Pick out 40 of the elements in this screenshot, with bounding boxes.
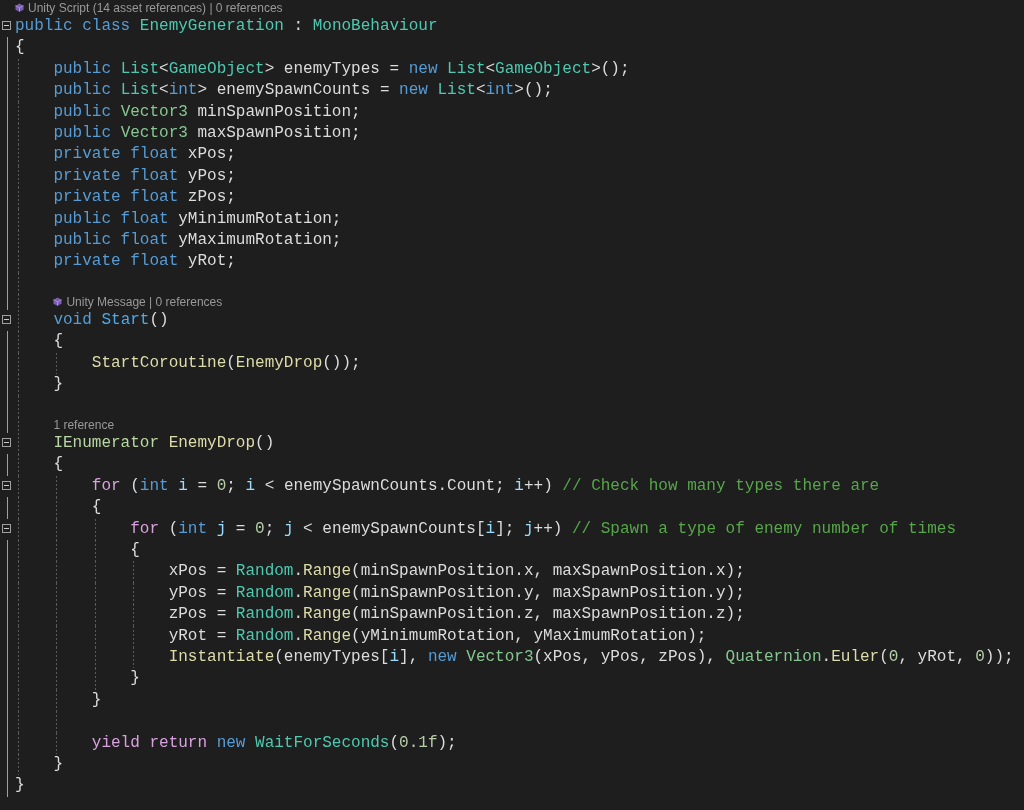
collapse-icon[interactable] — [2, 480, 11, 490]
code-line: public List<GameObject> enemyTypes = new List<GameObject>(); — [53, 58, 630, 80]
code-line: xPos = Random.Range(minSpawnPosition.x, maxSpawnPosition.x); — [168, 561, 745, 583]
code-line: private float xPos; — [53, 144, 236, 166]
code-line: { — [53, 331, 63, 353]
code-line: public float yMaximumRotation; — [53, 229, 342, 251]
code-lens-text[interactable]: 1 reference — [53, 417, 115, 434]
code-line: } — [130, 668, 140, 690]
collapse-icon[interactable] — [2, 21, 11, 30]
code-line: IEnumerator EnemyDrop() — [53, 433, 275, 455]
collapse-icon[interactable] — [2, 438, 11, 448]
collapse-icon[interactable] — [2, 523, 11, 533]
code-line: void Start() — [53, 310, 169, 332]
code-lens-text[interactable]: Unity Script (14 asset references) | 0 references — [28, 0, 283, 16]
code-line: public Vector3 maxSpawnPosition; — [53, 122, 361, 144]
code-line: private float yRot; — [53, 251, 236, 273]
code-line: { — [91, 497, 102, 519]
code-line: for (int i = 0; i < enemySpawnCounts.Count; i++) // Check how many types there are — [91, 475, 880, 497]
code-line: zPos = Random.Range(minSpawnPosition.z, maxSpawnPosition.z); — [168, 604, 745, 626]
code-line: { — [130, 540, 140, 561]
code-line: private float yPos; — [53, 165, 236, 187]
code-line: StartCoroutine(EnemyDrop()); — [91, 352, 361, 374]
code-line: public float yMinimumRotation; — [53, 208, 342, 230]
code-line: } — [15, 775, 25, 797]
code-line: { — [15, 37, 25, 59]
code-line: private float zPos; — [53, 187, 236, 209]
code-line: } — [53, 753, 63, 775]
code-lens-text[interactable]: Unity Message | 0 references — [66, 294, 223, 311]
code-line: public List<int> enemySpawnCounts = new List<int>(); — [53, 80, 553, 102]
code-line: } — [91, 689, 102, 711]
code-line: yRot = Random.Range(yMinimumRotation, yMaximumRotation); — [168, 625, 707, 647]
code-line: yield return new WaitForSeconds(0.1f); — [91, 732, 457, 754]
code-line: public Vector3 minSpawnPosition; — [53, 101, 361, 123]
code-line: Instantiate(enemyTypes[i], new Vector3(xPos, yPos, zPos), Quaternion.Euler(0, yRot, 0)); — [168, 646, 1014, 668]
code-line: } — [53, 374, 63, 396]
code-line: yPos = Random.Range(minSpawnPosition.y, maxSpawnPosition.y); — [168, 582, 745, 604]
code-line: { — [53, 454, 63, 476]
code-line: public class EnemyGeneration : MonoBehaviour — [15, 16, 438, 37]
collapse-icon[interactable] — [2, 315, 11, 325]
code-line: for (int j = 0; j < enemySpawnCounts[i]; j++) // Spawn a type of enemy number of times — [130, 518, 956, 540]
